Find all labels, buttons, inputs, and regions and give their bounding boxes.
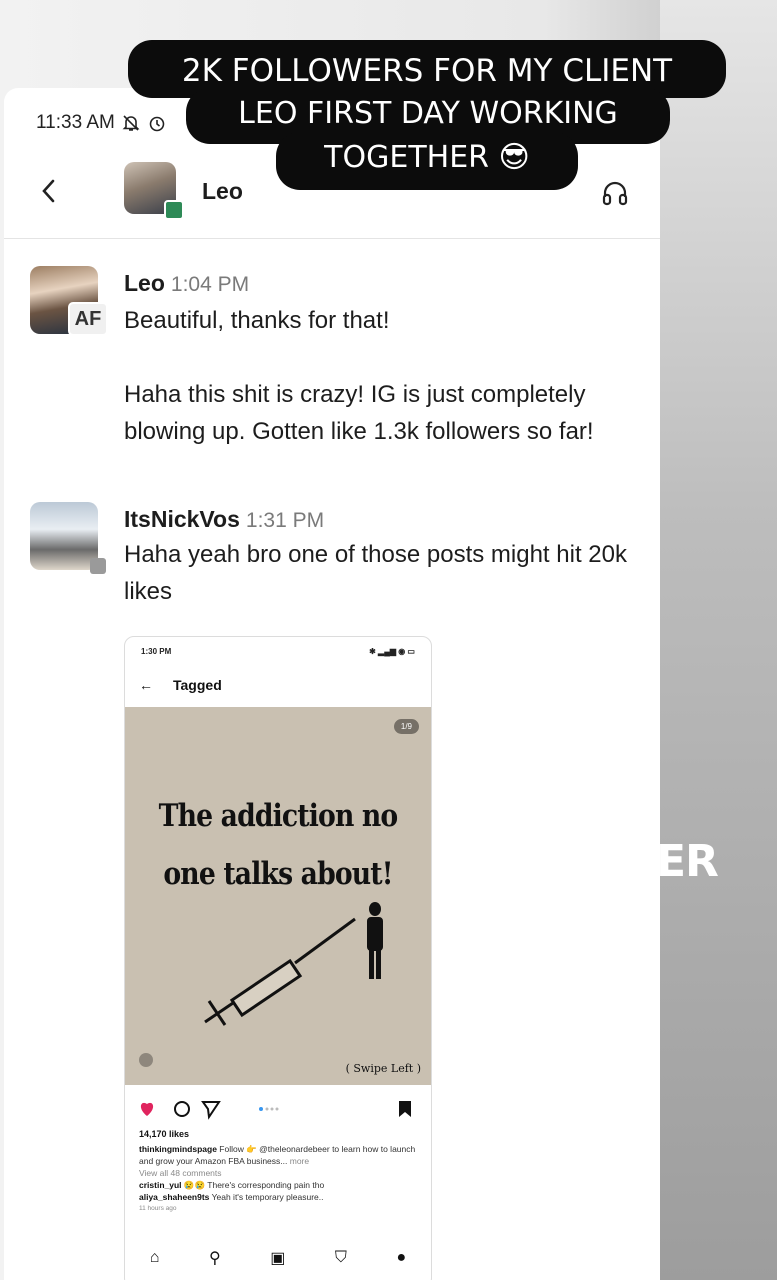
status-time: 11:33 AM [36, 112, 115, 133]
attachment-header: ← Tagged [139, 677, 222, 693]
syringe-illustration [204, 902, 383, 1026]
background-text: ER [656, 836, 719, 887]
message-text: Beautiful, thanks for that! [124, 307, 390, 334]
attachment-status-time: 1:30 PM [141, 647, 172, 656]
alarm-icon [149, 116, 165, 132]
message-time: 1:31 PM [245, 509, 325, 532]
comment-text: Yeah it's temporary pleasure.. [211, 1192, 324, 1202]
comment-text: 😢😢 There's corresponding pain tho [183, 1180, 325, 1190]
post-actions [140, 1101, 411, 1120]
comment-line: aliya_shaheen9ts Yeah it's temporary ple… [139, 1191, 421, 1203]
shop-icon: ⛉ [334, 1249, 347, 1266]
back-arrow-icon[interactable] [38, 176, 60, 206]
reels-icon: ▣ [270, 1250, 286, 1267]
message-sender: Leo 1:04 PM [124, 270, 249, 297]
likes-count: 14,170 likes [139, 1129, 190, 1139]
swipe-hint: ( Swipe Left ) [345, 1062, 421, 1075]
comment-user: aliya_shaheen9ts [139, 1192, 210, 1202]
heart-icon [140, 1102, 154, 1116]
home-icon: ⌂ [149, 1249, 160, 1266]
message-sender: ItsNickVos 1:31 PM [124, 506, 324, 533]
view-comments: View all 48 comments [139, 1168, 222, 1178]
attachment-page-title: Tagged [173, 677, 222, 693]
sender-name[interactable]: ItsNickVos [124, 506, 240, 532]
post-title-line: one talks about! [163, 856, 393, 892]
post-title-line: The addiction no [158, 798, 399, 834]
posted-ago: 11 hours ago [139, 1205, 177, 1212]
sender-avatar[interactable] [30, 502, 98, 570]
post-counter: 1/9 [393, 719, 419, 734]
back-arrow-icon: ← [139, 677, 153, 693]
profile-icon: ● [396, 1249, 407, 1266]
comment-line: cristin_yul 😢😢 There's corresponding pai… [139, 1179, 421, 1191]
image-attachment[interactable]: 1:30 PM ✱ ▂▄▆ ◉ ▭ ← Tagged 1/9 The addic… [124, 636, 432, 1280]
bell-off-icon [122, 115, 140, 131]
tag-icon [139, 1053, 153, 1067]
post-caption: thinkingmindspage Follow 👉 @theleonardeb… [139, 1143, 421, 1215]
message-time: 1:04 PM [170, 273, 250, 296]
caption-user: thinkingmindspage [139, 1144, 217, 1154]
headphones-icon[interactable] [600, 178, 630, 208]
caption-more: more [289, 1156, 310, 1166]
chat-screen: 11:33 AM Leo AF Leo 1:04 PM Beautiful, th… [4, 88, 660, 1280]
attachment-status-icons: ✱ ▂▄▆ ◉ ▭ [369, 647, 415, 656]
af-badge: AF [68, 302, 108, 336]
message-text: Haha yeah bro one of those posts might h… [124, 541, 627, 605]
share-icon [201, 1101, 221, 1120]
caption-line: thinkingmindspage Follow 👉 @theleonardeb… [139, 1143, 421, 1167]
message-text: Haha this shit is crazy! IG is just comp… [124, 381, 594, 445]
status-bar: 11:33 AM [36, 112, 167, 134]
comment-user: cristin_yul [139, 1180, 182, 1190]
search-icon: ⚲ [208, 1250, 221, 1267]
sender-name[interactable]: Leo [124, 270, 165, 296]
post-title: The addiction no one talks about! [146, 787, 409, 903]
overlay-caption-line: TOGETHER 😎 [276, 132, 578, 190]
online-status-icon [164, 200, 184, 220]
background-gradient [660, 0, 777, 1280]
attachment-bottom-nav: ⌂ ⚲ ▣ ⛉ ● [125, 1243, 431, 1273]
bookmark-icon [399, 1101, 411, 1117]
contact-name[interactable]: Leo [202, 178, 243, 205]
comment-icon [174, 1101, 190, 1117]
offline-status-icon [90, 558, 106, 574]
post-image: 1/9 The addiction no one talks about! (… [125, 707, 431, 1085]
